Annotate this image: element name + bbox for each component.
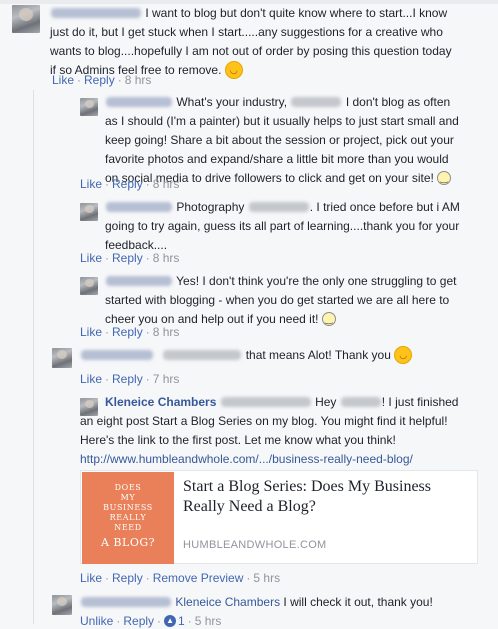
reply-button[interactable]: Reply <box>112 372 143 386</box>
replier-name-blurred[interactable] <box>106 275 172 286</box>
like-button[interactable]: Like <box>80 177 102 191</box>
reply-button[interactable]: Reply <box>84 73 115 87</box>
mentioned-firstname-blurred[interactable] <box>340 396 381 407</box>
like-count[interactable]: 1 <box>178 614 185 628</box>
replier-name-blurred[interactable] <box>81 349 153 360</box>
avatar[interactable] <box>80 203 98 221</box>
comment-thread: I want to blog but don't quite know wher… <box>0 0 498 628</box>
avatar[interactable] <box>52 595 72 615</box>
reply-actions: Unlike · Reply · ▲ 1 · 5 hrs <box>80 614 222 628</box>
reply-text: I will check it out, thank you! <box>283 595 433 609</box>
commenter-name-blurred[interactable] <box>51 7 141 18</box>
timestamp[interactable]: 5 hrs <box>253 571 280 585</box>
timestamp[interactable]: 8 hrs <box>153 325 180 339</box>
reply-text-part1: What's your industry, <box>176 95 288 109</box>
mention-link[interactable]: Kleneice Chambers <box>175 595 280 609</box>
thumb-text-line: BUSINESS <box>103 503 153 512</box>
remove-preview-button[interactable]: Remove Preview <box>153 571 244 585</box>
replier-name-blurred[interactable] <box>81 596 171 607</box>
reply-actions: Like · Reply · Remove Preview · 5 hrs <box>80 571 281 585</box>
like-button[interactable]: Like <box>80 372 102 386</box>
replier-name-blurred[interactable] <box>106 96 172 107</box>
reply-body: Kleneice Chambers I will check it out, t… <box>80 593 460 612</box>
mentioned-name-blurred[interactable] <box>220 396 311 407</box>
replier-name-blurred[interactable] <box>106 201 172 212</box>
like-button[interactable]: Like <box>80 571 102 585</box>
timestamp[interactable]: 7 hrs <box>153 372 180 386</box>
reply-button[interactable]: Reply <box>112 251 143 265</box>
like-thumb-icon[interactable]: ▲ <box>164 614 177 627</box>
reply-actions: Like · Reply · 8 hrs <box>80 251 180 265</box>
avatar[interactable] <box>80 98 98 116</box>
reply-actions: Like · Reply · 7 hrs <box>80 372 180 386</box>
link-preview-card[interactable]: DOES MY BUSINESS REALLY NEED A BLOG? Sta… <box>80 470 478 564</box>
comment-body: I want to blog but don't quite know wher… <box>50 4 460 80</box>
reply-thread-line <box>33 90 34 624</box>
thumb-text-line: REALLY <box>109 513 147 522</box>
reply-text-part1: Photography <box>176 200 245 214</box>
reply-body: Photography . I tried once before but i … <box>105 198 465 255</box>
reply-body: that means Alot! Thank you ◡ <box>80 345 460 365</box>
preview-thumbnail[interactable]: DOES MY BUSINESS REALLY NEED A BLOG? <box>82 472 174 564</box>
like-button[interactable]: Like <box>80 251 102 265</box>
hugging-face-emoji-icon: ◡ <box>224 60 243 79</box>
reply-button[interactable]: Reply <box>112 571 143 585</box>
comment-actions: Like · Reply · 8 hrs <box>52 73 152 87</box>
timestamp[interactable]: 8 hrs <box>153 177 180 191</box>
thumb-text-line: NEED <box>114 523 142 532</box>
mentioned-name-blurred[interactable] <box>163 349 242 360</box>
reply-button[interactable]: Reply <box>123 614 154 628</box>
reply-body: Kleneice Chambers Hey ! I just finished … <box>80 393 465 469</box>
like-button[interactable]: Like <box>80 325 102 339</box>
reply-text-part1: Hey <box>315 395 337 409</box>
mentioned-name-blurred[interactable] <box>291 96 342 107</box>
reply-button[interactable]: Reply <box>112 177 143 191</box>
timestamp[interactable]: 8 hrs <box>153 251 180 265</box>
avatar[interactable] <box>12 5 40 33</box>
author-name-link[interactable]: Kleneice Chambers <box>105 395 216 409</box>
reply-actions: Like · Reply · 8 hrs <box>80 177 180 191</box>
hugging-face-emoji-icon: ◡ <box>394 345 413 364</box>
preview-domain: HUMBLEANDWHOLE.COM <box>183 539 327 551</box>
thumb-text-line: MY <box>120 493 136 502</box>
reply-actions: Like · Reply · 8 hrs <box>80 325 180 339</box>
thumb-text-line: DOES <box>114 483 142 492</box>
like-button[interactable]: Like <box>52 73 74 87</box>
thumb-text-big: A BLOG? <box>100 536 156 549</box>
timestamp[interactable]: 5 hrs <box>195 614 222 628</box>
blog-post-url-link[interactable]: http://www.humbleandwhole.com/.../busine… <box>80 452 413 466</box>
slightly-smiling-emoji-icon: ‿ <box>321 311 336 326</box>
timestamp[interactable]: 8 hrs <box>125 73 152 87</box>
preview-title[interactable]: Start a Blog Series: Does My Business Re… <box>183 477 473 517</box>
reply-body: Yes! I don't think you're the only one s… <box>105 272 465 329</box>
reply-body: What's your industry, I don't blog as of… <box>105 93 465 188</box>
mentioned-name-blurred[interactable] <box>248 201 309 212</box>
reply-text: that means Alot! Thank you <box>245 348 391 362</box>
slightly-smiling-emoji-icon: ‿ <box>437 170 452 185</box>
unlike-button[interactable]: Unlike <box>80 614 113 628</box>
avatar[interactable] <box>52 348 72 368</box>
avatar[interactable] <box>80 277 98 295</box>
reply-button[interactable]: Reply <box>112 325 143 339</box>
